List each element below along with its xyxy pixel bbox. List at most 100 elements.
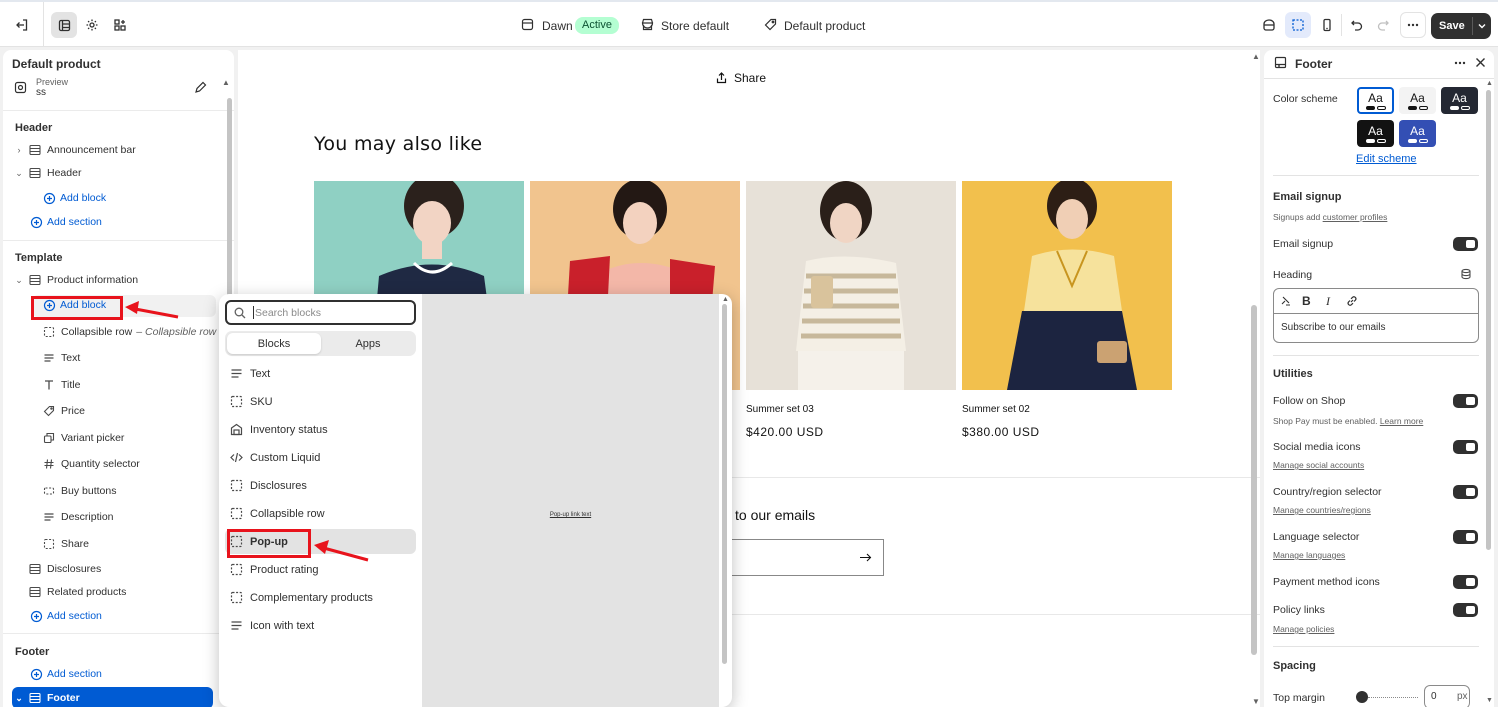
- block-item-variant-picker[interactable]: Variant picker: [42, 428, 124, 448]
- block-item-collapsible-row[interactable]: Collapsible row – Collapsible row: [42, 322, 216, 342]
- block-option-text[interactable]: Text: [225, 361, 416, 386]
- block-item-share[interactable]: Share: [42, 534, 89, 554]
- block-item-description[interactable]: Description: [42, 507, 114, 527]
- scroll-down-icon[interactable]: ▼: [1486, 697, 1493, 704]
- color-scheme-swatch-4[interactable]: Aa: [1357, 120, 1394, 147]
- more-options-icon[interactable]: [1453, 56, 1467, 70]
- manage-countries-link[interactable]: Manage countries/regions: [1273, 505, 1371, 515]
- sections-icon[interactable]: [51, 12, 77, 38]
- heading-richtext-editor[interactable]: B I Subscribe to our emails: [1273, 288, 1479, 343]
- apps-icon[interactable]: [107, 12, 133, 38]
- color-scheme-swatch-5[interactable]: Aa: [1399, 120, 1436, 147]
- add-block-button[interactable]: Add block: [43, 189, 106, 207]
- mobile-view-icon[interactable]: [1314, 12, 1340, 38]
- learn-more-link[interactable]: Learn more: [1380, 416, 1423, 426]
- add-section-button[interactable]: Add section: [30, 213, 102, 231]
- arrow-right-icon[interactable]: [859, 552, 872, 563]
- theme-name[interactable]: Dawn: [542, 19, 573, 33]
- store-selector[interactable]: Store default: [661, 19, 729, 33]
- chevron-down-icon[interactable]: ⌄: [14, 693, 24, 704]
- tree-item-announcement-bar[interactable]: › Announcement bar: [14, 140, 136, 160]
- share-link[interactable]: Share: [716, 71, 766, 85]
- manage-languages-link[interactable]: Manage languages: [1273, 550, 1345, 560]
- button-icon: [42, 484, 56, 498]
- search-input[interactable]: Search blocks: [225, 300, 416, 325]
- desktop-view-icon[interactable]: [1285, 12, 1311, 38]
- settings-scrollbar[interactable]: [1486, 90, 1491, 550]
- tab-apps[interactable]: Apps: [321, 333, 415, 354]
- manage-social-link[interactable]: Manage social accounts: [1273, 460, 1364, 470]
- newsletter-email-input[interactable]: [708, 539, 884, 576]
- undo-icon[interactable]: [1344, 12, 1370, 38]
- payment-icons-toggle[interactable]: [1453, 575, 1478, 589]
- newsletter-heading: to our emails: [735, 507, 816, 523]
- top-margin-slider-thumb[interactable]: [1356, 691, 1368, 703]
- chevron-right-icon[interactable]: ›: [14, 145, 24, 155]
- scroll-up-icon[interactable]: ▲: [1252, 52, 1260, 61]
- policy-links-toggle[interactable]: [1453, 603, 1478, 617]
- tab-blocks[interactable]: Blocks: [227, 333, 321, 354]
- chevron-down-icon[interactable]: ⌄: [14, 168, 24, 179]
- preview-scrollbar[interactable]: [1251, 305, 1257, 655]
- product-name-3[interactable]: Summer set 03: [746, 404, 814, 415]
- redo-icon[interactable]: [1370, 12, 1396, 38]
- top-margin-slider-track[interactable]: [1368, 697, 1418, 698]
- block-option-complementary-products[interactable]: Complementary products: [225, 585, 416, 610]
- block-option-custom-liquid[interactable]: Custom Liquid: [225, 445, 416, 470]
- chevron-down-icon[interactable]: ⌄: [14, 275, 24, 286]
- social-media-icons-label: Social media icons: [1273, 441, 1361, 453]
- product-image-4[interactable]: [962, 181, 1172, 390]
- block-option-collapsible-row[interactable]: Collapsible row: [225, 501, 416, 526]
- scroll-up-icon[interactable]: ▲: [722, 296, 729, 303]
- recommendations-heading: You may also like: [314, 133, 483, 155]
- more-options-icon[interactable]: [1400, 12, 1426, 38]
- customer-profiles-link[interactable]: customer profiles: [1323, 212, 1388, 222]
- scroll-up-icon[interactable]: ▲: [1486, 80, 1493, 87]
- edit-icon[interactable]: [194, 81, 207, 94]
- scroll-up-icon[interactable]: ▲: [222, 78, 230, 87]
- follow-on-shop-toggle[interactable]: [1453, 394, 1478, 408]
- color-scheme-swatch-3[interactable]: Aa: [1441, 87, 1478, 114]
- gear-icon[interactable]: [79, 12, 105, 38]
- block-option-icon-with-text[interactable]: Icon with text: [225, 613, 416, 638]
- email-signup-toggle[interactable]: [1453, 237, 1478, 251]
- save-button[interactable]: Save: [1431, 13, 1491, 39]
- scroll-down-icon[interactable]: ▼: [1252, 697, 1260, 706]
- block-item-text[interactable]: Text: [42, 348, 80, 368]
- manage-policies-link[interactable]: Manage policies: [1273, 624, 1334, 634]
- add-section-button-footer[interactable]: Add section: [30, 665, 102, 683]
- tree-item-header[interactable]: ⌄ Header: [14, 163, 81, 183]
- tree-item-related-products[interactable]: Related products: [28, 582, 126, 602]
- block-item-buy-buttons[interactable]: Buy buttons: [42, 481, 116, 501]
- product-image-3[interactable]: [746, 181, 956, 390]
- link-icon[interactable]: [1346, 295, 1358, 307]
- close-icon[interactable]: [1474, 56, 1487, 69]
- chevron-down-icon[interactable]: [1476, 18, 1488, 34]
- country-selector-toggle[interactable]: [1453, 485, 1478, 499]
- block-option-inventory-status[interactable]: Inventory status: [225, 417, 416, 442]
- bold-icon[interactable]: B: [1302, 294, 1311, 308]
- block-item-quantity-selector[interactable]: Quantity selector: [42, 454, 140, 474]
- inspector-icon[interactable]: [1256, 12, 1282, 38]
- exit-icon[interactable]: [9, 12, 35, 38]
- color-scheme-swatch-2[interactable]: Aa: [1399, 87, 1436, 114]
- language-selector-toggle[interactable]: [1453, 530, 1478, 544]
- dynamic-source-icon[interactable]: [1460, 268, 1472, 280]
- template-selector[interactable]: Default product: [784, 19, 865, 33]
- block-item-title[interactable]: Title: [42, 375, 80, 395]
- social-media-icons-toggle[interactable]: [1453, 440, 1478, 454]
- tree-item-footer-selected[interactable]: ⌄ Footer: [12, 687, 213, 707]
- block-option-sku[interactable]: SKU: [225, 389, 416, 414]
- color-scheme-swatch-1[interactable]: Aa: [1357, 87, 1394, 114]
- add-section-button-template[interactable]: Add section: [30, 607, 102, 625]
- tree-item-disclosures[interactable]: Disclosures: [28, 559, 101, 579]
- popup-scrollbar[interactable]: [722, 304, 727, 664]
- product-name-4[interactable]: Summer set 02: [962, 404, 1030, 415]
- italic-icon[interactable]: I: [1326, 294, 1330, 309]
- block-item-price[interactable]: Price: [42, 401, 85, 421]
- top-margin-input[interactable]: 0 px: [1424, 685, 1470, 707]
- tree-item-product-information[interactable]: ⌄ Product information: [14, 270, 138, 290]
- block-option-disclosures[interactable]: Disclosures: [225, 473, 416, 498]
- edit-scheme-link[interactable]: Edit scheme: [1356, 153, 1417, 165]
- clear-format-icon[interactable]: [1280, 295, 1292, 307]
